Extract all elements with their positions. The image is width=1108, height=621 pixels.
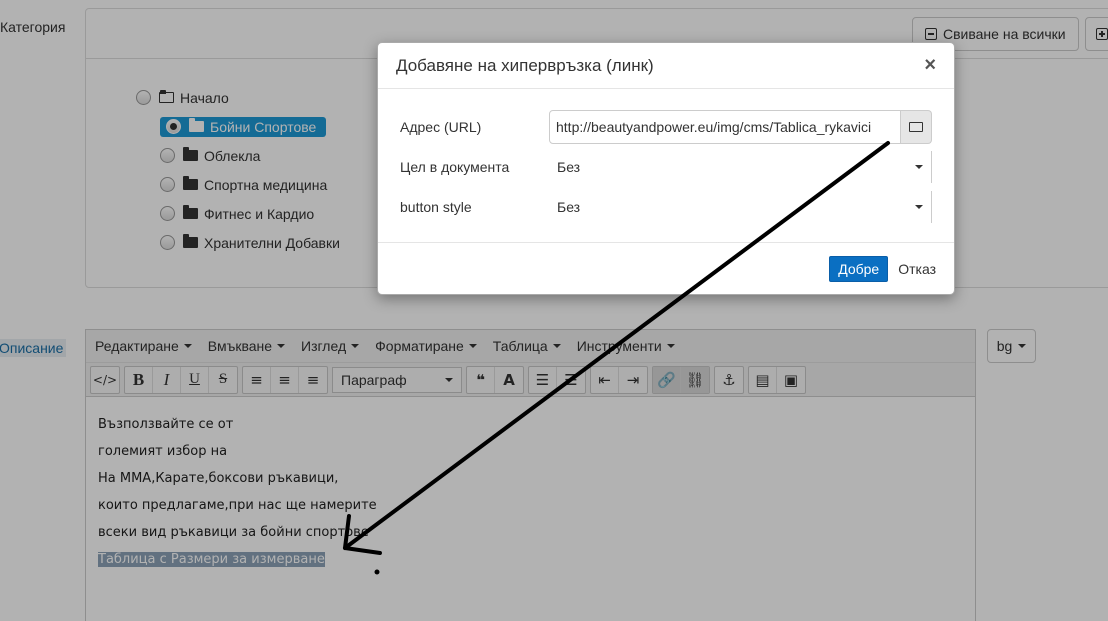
caret-down-icon — [915, 205, 923, 209]
url-row: Адрес (URL) http://beautyandpower.eu/img… — [400, 110, 932, 144]
target-select[interactable]: Без — [549, 151, 932, 183]
folder-open-icon — [909, 122, 923, 132]
dialog-body: Адрес (URL) http://beautyandpower.eu/img… — [378, 89, 954, 243]
style-label: button style — [400, 199, 472, 215]
url-label: Адрес (URL) — [400, 119, 482, 135]
style-row: button style Без — [400, 191, 932, 223]
caret-down-icon — [915, 165, 923, 169]
dialog-title: Добавяне на хипервръзка (линк) — [396, 55, 654, 75]
button-style-select[interactable]: Без — [549, 191, 932, 223]
insert-link-dialog: Добавяне на хипервръзка (линк) × Адрес (… — [377, 42, 955, 295]
close-icon[interactable]: × — [924, 54, 936, 77]
target-row: Цел в документа Без — [400, 151, 932, 183]
cancel-button[interactable]: Отказ — [898, 261, 936, 277]
ok-button[interactable]: Добре — [829, 256, 889, 282]
browse-button[interactable] — [901, 110, 932, 144]
dialog-header: Добавяне на хипервръзка (линк) × — [378, 43, 954, 89]
target-label: Цел в документа — [400, 159, 510, 175]
page: Категория Свиване на всички Начало Бойни — [0, 0, 1108, 621]
url-input[interactable]: http://beautyandpower.eu/img/cms/Tablica… — [549, 110, 901, 144]
dialog-footer: Добре Отказ — [378, 243, 954, 295]
